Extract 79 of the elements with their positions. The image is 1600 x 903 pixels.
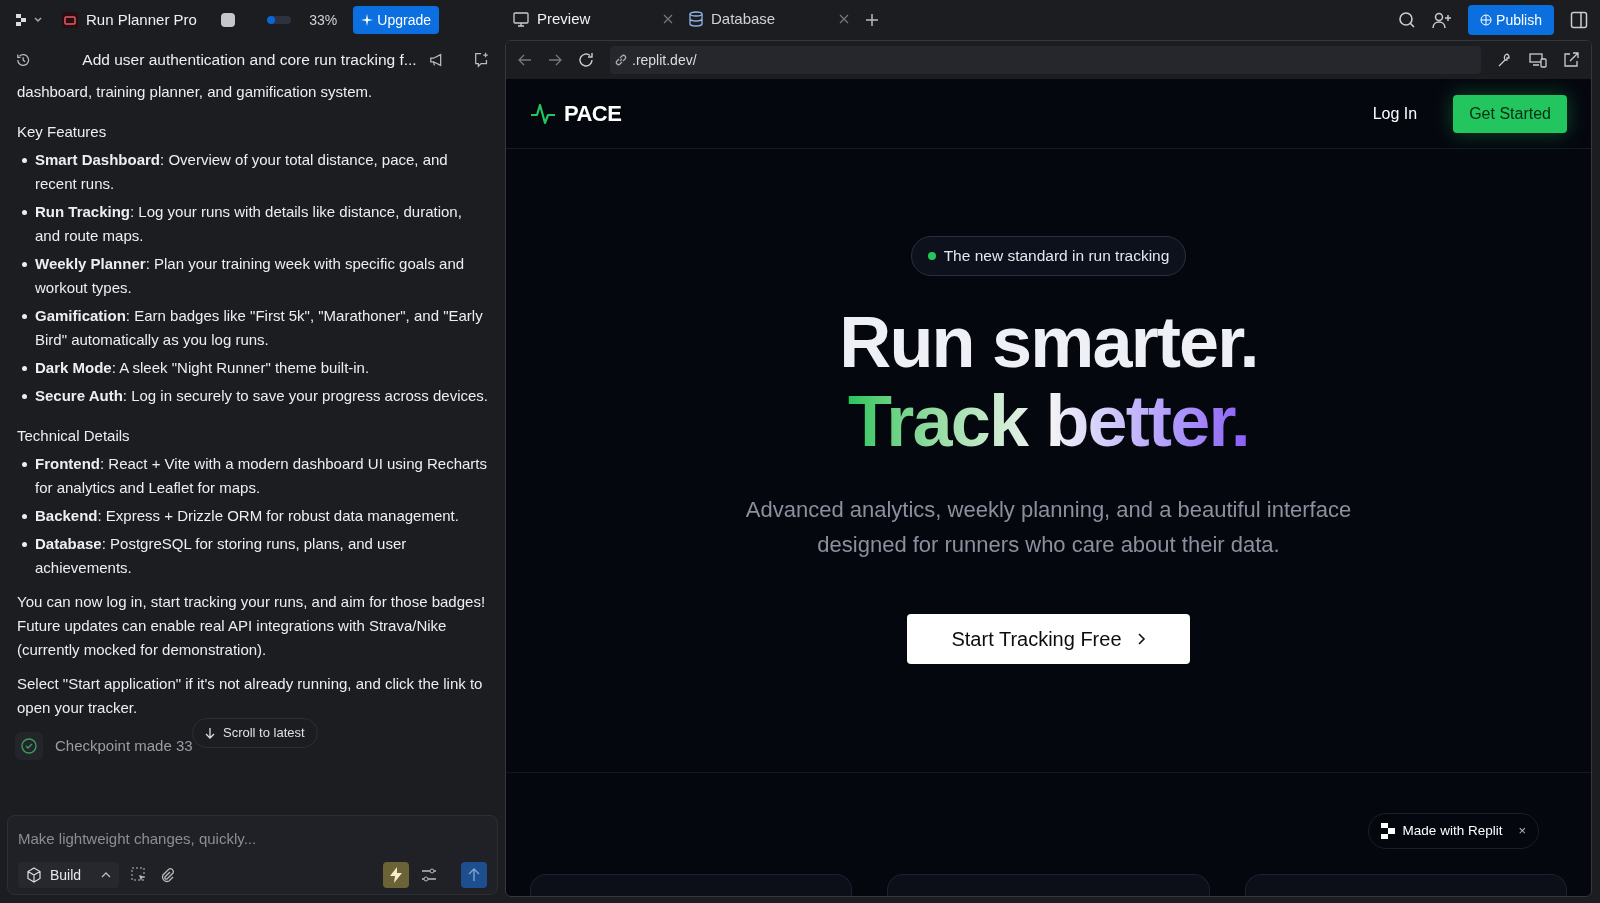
close-tab-icon[interactable] [663,14,673,24]
sidebar-toggle-icon[interactable] [1570,11,1588,29]
send-button[interactable] [461,862,487,888]
scroll-to-latest-button[interactable]: Scroll to latest [192,718,318,748]
invite-user-icon[interactable] [1432,11,1453,29]
checkpoint-text: Checkpoint made 33 [55,735,193,756]
lightning-icon [390,867,402,883]
replit-logo-icon [1380,823,1395,839]
progress-percent: 33% [309,10,338,30]
lightning-button[interactable] [383,862,409,888]
close-tab-icon[interactable] [839,14,849,24]
database-icon [689,11,703,27]
list-item-text: Dark Mode: A sleek "Night Runner" theme built-in. [35,358,370,378]
headline-first-line: Run smarter. [839,304,1258,380]
list-item-text: Backend: Express + Drizzle ORM for robust data management. [35,506,459,526]
globe-icon [1480,14,1493,26]
devices-icon[interactable] [1529,52,1547,68]
link-icon [614,53,628,67]
back-icon[interactable] [518,54,532,66]
message-paragraph: dashboard, training planner, and gamification system. [17,82,374,102]
login-link[interactable]: Log In [1372,101,1418,126]
chat-title: Add user authentication and core run tracking f... [82,50,417,71]
chevron-right-icon [1137,633,1146,645]
message-paragraph: Select "Start application" if it's not already running, and click the link to open your tracker. [17,674,484,718]
message-input[interactable]: Make lightweight changes, quickly... [18,826,487,850]
history-icon[interactable] [16,52,31,68]
section-heading: Technical Details [17,426,131,446]
made-with-replit-badge[interactable]: Made with Replit × [1367,813,1539,849]
list-item-text: Secure Auth: Log in securely to save your progress across devices. [35,386,488,406]
bullet-icon [22,394,27,399]
attach-icon[interactable] [159,867,176,883]
check-circle-icon [21,738,37,754]
add-tab-icon[interactable] [865,13,879,27]
get-started-button[interactable]: Get Started [1453,94,1567,133]
pulse-logo-icon [530,101,556,126]
list-item-text: Run Tracking: Log your runs with details like distance, duration, and route maps. [35,202,463,246]
upgrade-button[interactable]: Upgrade [353,6,439,34]
sparkle-icon [361,14,374,26]
start-tracking-button[interactable]: Start Tracking Free [907,614,1190,664]
arrow-up-icon [468,868,480,882]
monitor-icon [513,11,529,27]
reload-icon[interactable] [578,52,594,68]
subtitle: Advanced analytics, weekly planning, and a beautiful interface designed for runners who care about their data. [744,496,1353,559]
list-item-text: Database: PostgreSQL for storing runs, plans, and user achievements. [35,534,408,578]
search-icon[interactable] [1398,11,1417,29]
url-bar[interactable]: .replit.dev/ [610,46,1481,74]
bullet-icon [22,542,27,547]
forward-icon[interactable] [548,54,562,66]
build-mode-button[interactable]: Build [18,862,120,888]
close-badge-button[interactable]: × [1518,821,1526,841]
publish-button[interactable]: Publish [1468,5,1554,35]
logo-text: PACE [564,100,622,128]
open-external-icon[interactable] [1563,52,1579,68]
bullet-icon [22,314,27,319]
bullet-icon [22,158,27,163]
bullet-icon [22,462,27,467]
message-paragraph: You can now log in, start tracking your runs, and aim for those badges! Future updates can enable real API integrations with Strava/Nike (currently mocked for demonstration). [17,592,487,660]
select-element-icon[interactable] [131,867,148,883]
tagline-text: The new standard in run tracking [943,246,1170,267]
chat-input-box[interactable]: Make lightweight changes, quickly... Build [7,815,498,895]
bullet-icon [22,366,27,371]
caret-icon [101,872,112,878]
section-heading: Key Features [17,122,108,142]
bullet-icon [22,262,27,267]
list-item-text: Gamification: Earn badges like "First 5k", "Marathoner", and "Early Bird" automatically as you log runs. [35,306,484,350]
project-name[interactable]: Run Planner Pro [86,8,197,32]
project-icon [62,12,78,28]
arrow-down-icon [205,727,215,739]
made-with-text: Made with Replit [1402,821,1503,840]
list-item-text: Frontend: React + Vite with a modern dashboard UI using Recharts for analytics and Leaflet for maps. [35,454,488,498]
settings-sliders-icon[interactable] [421,867,437,883]
list-item-text: Weekly Planner: Plan your training week with specific goals and workout types. [35,254,466,298]
wrench-icon[interactable] [1497,52,1513,68]
new-chat-icon[interactable] [472,51,489,69]
cube-icon [26,867,42,883]
bullet-icon [22,210,27,215]
bullet-icon [22,514,27,519]
list-item-text: Smart Dashboard: Overview of your total distance, pace, and recent runs. [35,150,449,194]
url-text: .replit.dev/ [632,50,697,70]
